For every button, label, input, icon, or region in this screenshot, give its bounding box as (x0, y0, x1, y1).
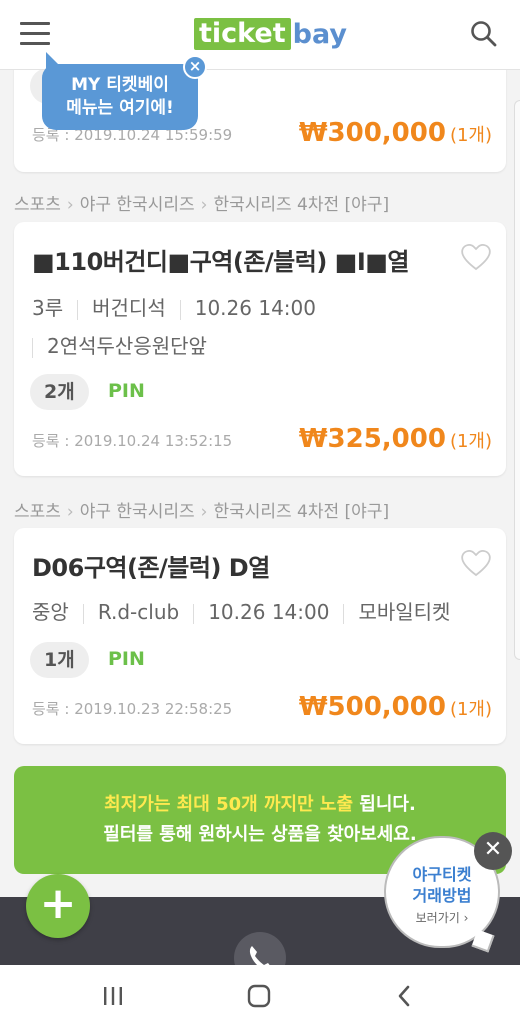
home-icon[interactable] (246, 983, 272, 1009)
listing-card[interactable]: ■110버건디■구역(존/블럭) ■I■열 3루 버건디석 10.26 14:00 … (14, 222, 506, 476)
listing-info: 3루 버건디석 10.26 14:00 (32, 292, 316, 321)
info-seat-area: 중앙 (32, 600, 69, 624)
chevron-right-icon: › (66, 195, 74, 215)
my-menu-tooltip: MY 티켓베이 메뉴는 여기에! × (42, 52, 207, 130)
logo-part2: bay (292, 18, 347, 50)
breadcrumb-item[interactable]: 스포츠 (14, 195, 61, 215)
info-datetime: 10.26 14:00 (194, 296, 316, 320)
guide-line2: 거래방법 (412, 886, 472, 905)
price-amount: ₩500,000 (298, 692, 446, 722)
price: ₩500,000 (1개) (299, 692, 492, 722)
breadcrumb-item[interactable]: 한국시리즈 4차전 [야구] (213, 195, 389, 215)
tooltip-close-icon[interactable]: × (183, 55, 207, 79)
ticketbay-logo[interactable]: ticket bay (194, 16, 347, 52)
price-count: (1개) (449, 431, 492, 452)
breadcrumb-item[interactable]: 스포츠 (14, 502, 61, 522)
price-amount: ₩325,000 (298, 424, 446, 454)
breadcrumb: 스포츠 › 야구 한국시리즈 › 한국시리즈 4차전 [야구] (14, 497, 389, 522)
notice-line1: 최저가는 최대 50개 까지만 노출 됩니다. (14, 790, 506, 820)
notice-highlight: 최저가는 최대 50개 까지만 노출 (104, 794, 354, 815)
info-note: 2연석두산응원단앞 (47, 334, 207, 358)
guide-close-icon[interactable]: ✕ (474, 832, 512, 870)
listing-title: ■110버건디■구역(존/블럭) ■I■열 (32, 248, 410, 276)
back-icon[interactable] (394, 983, 414, 1009)
guide-line1: 야구티켓 (412, 865, 472, 884)
breadcrumb-item[interactable]: 야구 한국시리즈 (80, 195, 195, 215)
registered-date: 등록 : 2019.10.23 22:58:25 (32, 700, 233, 718)
tooltip-line1: MY 티켓베이 (71, 75, 169, 95)
scroll-indicator (514, 100, 520, 660)
quantity-badge: 1개 (30, 642, 89, 678)
chevron-right-icon: › (200, 195, 208, 215)
price-count: (1개) (449, 125, 492, 146)
tooltip-line2: 메뉴는 여기에! (66, 98, 174, 118)
info-seat-grade: 버건디석 (92, 296, 166, 320)
pin-badge: PIN (108, 648, 145, 670)
quantity-badge: 2개 (30, 374, 89, 410)
breadcrumb-item[interactable]: 한국시리즈 4차전 [야구] (213, 502, 389, 522)
info-seat-grade: R.d-club (97, 600, 180, 624)
price: ₩325,000 (1개) (299, 424, 492, 454)
add-listing-button[interactable]: + (26, 874, 90, 938)
price: ₩300,000 (1개) (299, 118, 492, 148)
pin-badge: PIN (108, 380, 145, 402)
registered-date: 등록 : 2019.10.24 13:52:15 (32, 432, 233, 450)
notice-line1-rest: 됩니다. (353, 794, 416, 815)
app-header: ticket bay (0, 0, 520, 70)
search-icon[interactable] (470, 20, 498, 48)
menu-icon[interactable] (20, 22, 52, 48)
listing-info-extra: 2연석두산응원단앞 (32, 330, 207, 359)
price-amount: ₩300,000 (298, 118, 446, 148)
breadcrumb-item[interactable]: 야구 한국시리즈 (80, 502, 195, 522)
heart-icon[interactable] (460, 242, 492, 272)
system-nav-bar (0, 965, 520, 1027)
breadcrumb: 스포츠 › 야구 한국시리즈 › 한국시리즈 4차전 [야구] (14, 190, 389, 215)
info-ticket-type: 모바일티켓 (358, 600, 451, 624)
logo-part1: ticket (194, 18, 291, 50)
heart-icon[interactable] (460, 548, 492, 578)
chevron-right-icon: › (66, 502, 74, 522)
guide-link[interactable]: 보러가기 › (386, 909, 498, 926)
listing-title: D06구역(존/블럭) D열 (32, 554, 270, 582)
listing-card[interactable]: D06구역(존/블럭) D열 중앙 R.d-club 10.26 14:00 모바일티… (14, 528, 506, 744)
info-seat-area: 3루 (32, 296, 64, 320)
recent-apps-icon[interactable] (100, 983, 126, 1009)
listing-info: 중앙 R.d-club 10.26 14:00 모바일티켓 (32, 596, 450, 625)
price-count: (1개) (449, 699, 492, 720)
info-datetime: 10.26 14:00 (208, 600, 330, 624)
chevron-right-icon: › (200, 502, 208, 522)
